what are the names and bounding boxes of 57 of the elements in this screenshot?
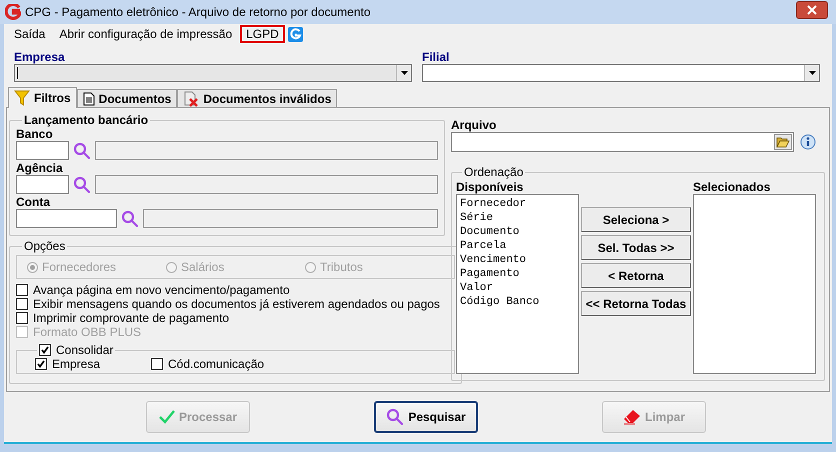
list-item[interactable]: Valor [460, 281, 494, 295]
document-icon [82, 92, 95, 106]
dropdown-field[interactable] [422, 64, 820, 82]
transfer-button[interactable]: Seleciona > [581, 207, 691, 232]
group-title: Lançamento bancário [23, 114, 150, 127]
list-item[interactable]: Documento [460, 225, 520, 239]
field-label: Conta [16, 195, 50, 209]
eraser-icon [622, 409, 641, 425]
app-logo-icon [5, 4, 21, 20]
field-label: Filial [422, 50, 450, 64]
tab[interactable]: Documentos [76, 89, 178, 107]
list-item[interactable]: Código Banco [460, 295, 540, 309]
action-button[interactable]: Pesquisar [374, 401, 478, 433]
window-title: CPG - Pagamento eletrônico - Arquivo de retorno por documento [25, 4, 371, 21]
checkbox[interactable]: Imprimir comprovante de pagamento [16, 311, 230, 325]
group-title: Opções [23, 240, 66, 253]
tab[interactable]: Documentos inválidos [177, 89, 338, 107]
field-label: Arquivo [451, 118, 496, 132]
transfer-button[interactable]: << Retorna Todas [581, 291, 691, 316]
list-label: Disponíveis [456, 181, 524, 194]
field-label: Empresa [14, 50, 65, 64]
close-button[interactable] [796, 1, 828, 19]
checkbox[interactable]: Exibir mensagens quando os documentos já estiverem agendados ou pagos [16, 297, 440, 311]
group-title: Ordenação [463, 166, 524, 179]
close-icon [807, 5, 817, 15]
input-field[interactable] [16, 175, 69, 194]
list-item[interactable]: Vencimento [460, 253, 526, 267]
menu-item[interactable]: Saída [8, 25, 52, 43]
filter-icon [14, 90, 30, 106]
input-field[interactable] [16, 209, 117, 228]
search-icon [121, 210, 139, 228]
app-logo-icon [288, 26, 303, 42]
checkbox[interactable]: Empresa [35, 357, 151, 371]
transfer-button[interactable]: < Retorna [581, 263, 691, 288]
transfer-button[interactable]: Sel. Todas >> [581, 235, 691, 260]
list-item[interactable]: Fornecedor [460, 197, 526, 211]
list-item[interactable]: Série [460, 211, 494, 225]
input-field[interactable] [16, 141, 69, 160]
checkbox[interactable]: Cód.comunicação [151, 357, 267, 371]
open-folder-button[interactable] [774, 134, 792, 150]
search-icon [73, 142, 91, 160]
search-icon [73, 176, 91, 194]
info-icon [800, 134, 816, 150]
checkbox[interactable]: Avança página em novo vencimento/pagamento [16, 283, 290, 297]
checkmark-icon [158, 410, 175, 424]
menu-item[interactable]: LGPD [240, 25, 285, 43]
menu-item[interactable]: Abrir configuração de impressão [53, 25, 238, 43]
list-label: Selecionados [693, 181, 770, 194]
document-x-icon [183, 90, 200, 106]
tab[interactable]: Filtros [8, 87, 77, 108]
field-label: Agência [16, 161, 63, 175]
list-item[interactable]: Pagamento [460, 267, 520, 281]
field-label: Banco [16, 127, 53, 141]
checkbox[interactable]: Consolidar [39, 343, 114, 357]
list-item[interactable]: Parcela [460, 239, 506, 253]
search-icon [386, 408, 404, 426]
file-input-field[interactable] [451, 132, 794, 152]
